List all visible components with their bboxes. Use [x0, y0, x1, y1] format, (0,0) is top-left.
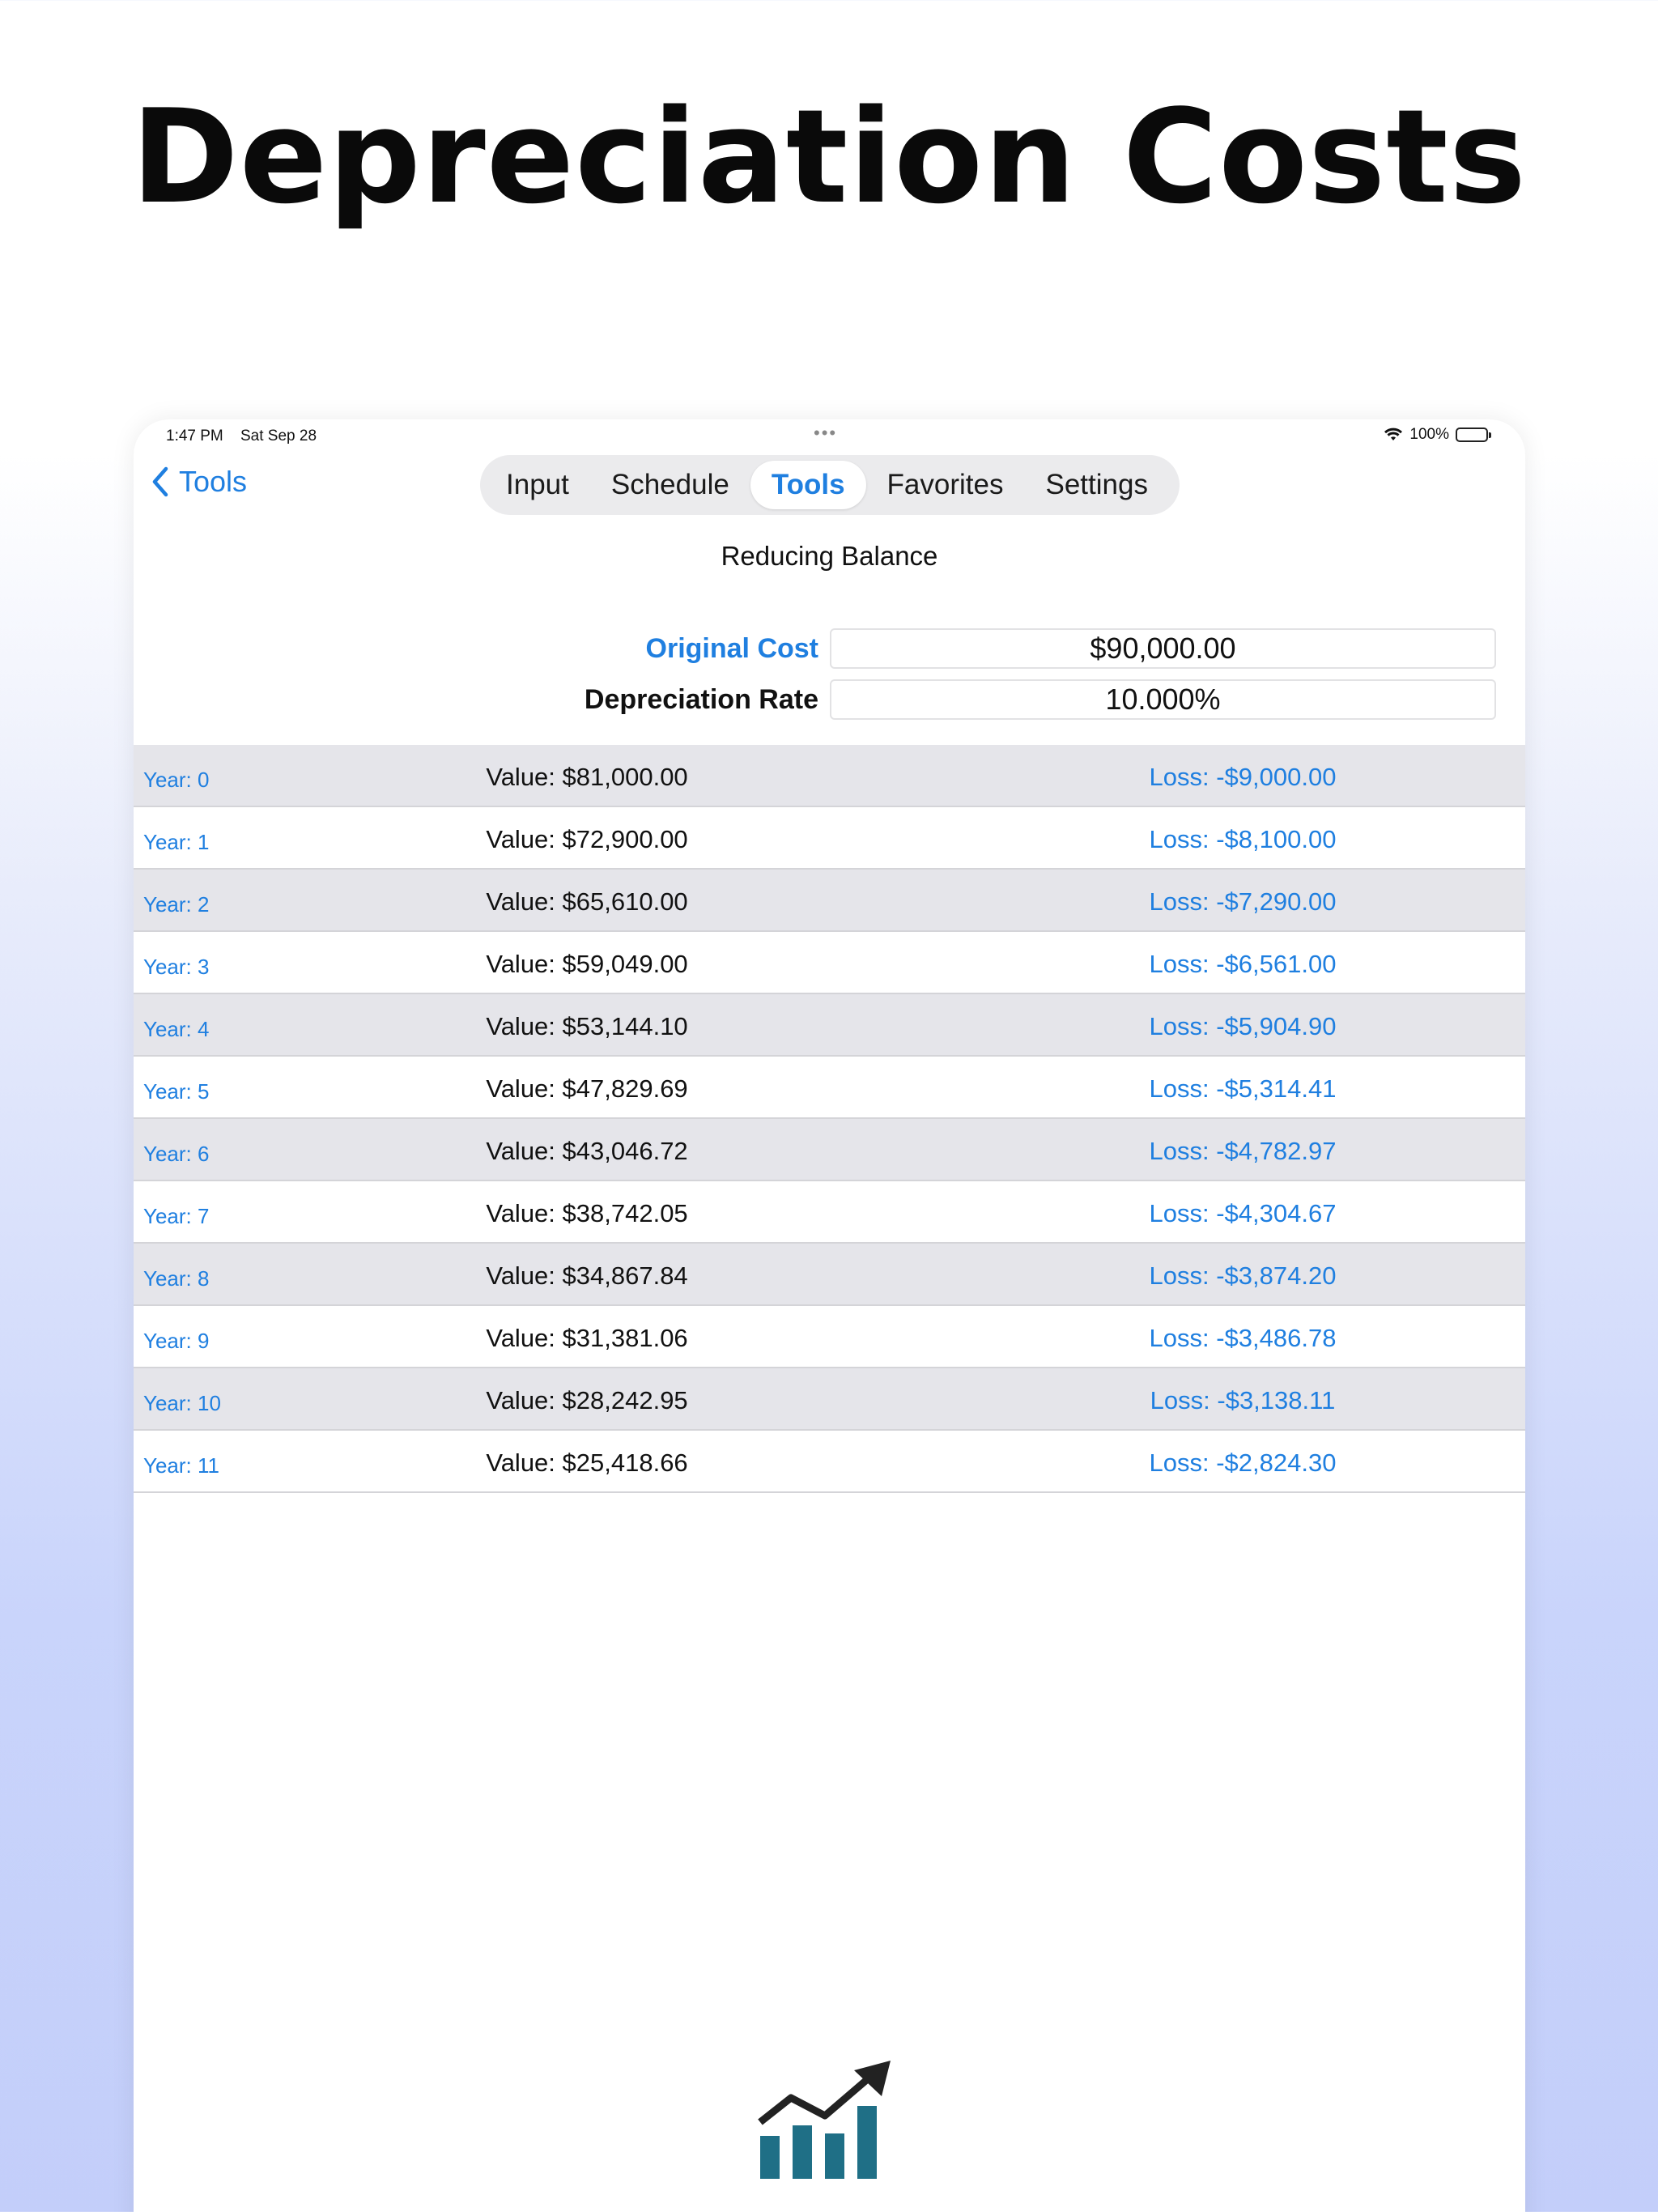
depreciation-rate-row: Depreciation Rate 10.000%	[134, 679, 1496, 720]
back-button-label: Tools	[179, 465, 248, 498]
table-row[interactable]: Year: 2 Value: $65,610.00 Loss: -$7,290.00	[134, 870, 1525, 932]
logo-arrow-head	[854, 2061, 891, 2096]
schedule-table: Year: 0 Value: $81,000.00 Loss: -$9,000.00…	[134, 745, 1525, 1493]
loss-cell: Loss: -$2,824.30	[1149, 1448, 1337, 1477]
logo-bar-4	[857, 2106, 877, 2179]
status-time: 1:47 PM	[166, 428, 223, 445]
loss-cell: Loss: -$3,486.78	[1149, 1324, 1337, 1352]
loss-cell: Loss: -$5,314.41	[1149, 1074, 1337, 1103]
status-bar: 1:47 PM Sat Sep 28 ••• 100%	[134, 419, 1525, 452]
year-cell: Year: 3	[143, 955, 210, 979]
year-cell: Year: 5	[143, 1079, 210, 1104]
year-cell: Year: 7	[143, 1204, 210, 1228]
table-row[interactable]: Year: 9 Value: $31,381.06 Loss: -$3,486.78	[134, 1306, 1525, 1368]
loss-cell: Loss: -$6,561.00	[1149, 950, 1337, 978]
table-row[interactable]: Year: 8 Value: $34,867.84 Loss: -$3,874.20	[134, 1244, 1525, 1306]
year-cell: Year: 8	[143, 1266, 210, 1291]
value-cell: Value: $81,000.00	[486, 763, 688, 791]
multitasking-dots-icon[interactable]: •••	[814, 423, 837, 444]
logo-trend-line	[758, 2074, 873, 2125]
loss-cell: Loss: -$9,000.00	[1149, 763, 1337, 791]
depreciation-rate-field[interactable]: 10.000%	[830, 679, 1496, 720]
logo-bar-2	[793, 2125, 812, 2179]
loss-cell: Loss: -$5,904.90	[1149, 1012, 1337, 1040]
value-cell: Value: $72,900.00	[486, 825, 688, 853]
status-right-group: 100%	[1384, 426, 1491, 444]
year-cell: Year: 10	[143, 1391, 221, 1415]
growth-chart-icon	[758, 2061, 891, 2179]
table-row[interactable]: Year: 10 Value: $28,242.95 Loss: -$3,138.1…	[134, 1368, 1525, 1431]
value-cell: Value: $31,381.06	[486, 1324, 688, 1352]
ipad-screen: 1:47 PM Sat Sep 28 ••• 100% Tools Input S…	[134, 419, 1525, 2212]
table-row[interactable]: Year: 4 Value: $53,144.10 Loss: -$5,904.90	[134, 994, 1525, 1057]
wifi-icon	[1384, 428, 1403, 440]
loss-cell: Loss: -$4,782.97	[1149, 1137, 1337, 1165]
loss-cell: Loss: -$8,100.00	[1149, 825, 1337, 853]
logo-bar-1	[760, 2136, 780, 2179]
original-cost-row: Original Cost $90,000.00	[134, 628, 1496, 669]
year-cell: Year: 11	[143, 1453, 219, 1478]
tab-favorites[interactable]: Favorites	[866, 461, 1025, 509]
loss-cell: Loss: -$3,138.11	[1150, 1386, 1336, 1414]
year-cell: Year: 1	[143, 830, 210, 854]
value-cell: Value: $28,242.95	[486, 1386, 688, 1414]
loss-cell: Loss: -$7,290.00	[1149, 887, 1337, 916]
page-headline: Depreciation Costs	[130, 81, 1528, 232]
year-cell: Year: 2	[143, 892, 210, 917]
loss-cell: Loss: -$3,874.20	[1149, 1261, 1337, 1290]
loss-cell: Loss: -$4,304.67	[1149, 1199, 1337, 1227]
value-cell: Value: $43,046.72	[486, 1137, 688, 1165]
year-cell: Year: 4	[143, 1017, 210, 1041]
tab-tools[interactable]: Tools	[750, 461, 866, 509]
battery-icon	[1456, 428, 1491, 442]
tab-input[interactable]: Input	[485, 461, 590, 509]
tab-settings[interactable]: Settings	[1024, 461, 1168, 509]
logo-bar-3	[825, 2133, 844, 2179]
original-cost-label[interactable]: Original Cost	[134, 633, 830, 665]
status-date: Sat Sep 28	[240, 428, 317, 445]
battery-percent: 100%	[1409, 426, 1449, 443]
value-cell: Value: $65,610.00	[486, 887, 688, 916]
section-title: Reducing Balance	[721, 541, 938, 571]
year-cell: Year: 9	[143, 1329, 210, 1353]
table-row[interactable]: Year: 6 Value: $43,046.72 Loss: -$4,782.97	[134, 1119, 1525, 1181]
value-cell: Value: $25,418.66	[486, 1448, 688, 1477]
value-cell: Value: $47,829.69	[486, 1074, 688, 1103]
year-cell: Year: 0	[143, 768, 210, 792]
table-row[interactable]: Year: 1 Value: $72,900.00 Loss: -$8,100.00	[134, 807, 1525, 870]
table-row[interactable]: Year: 5 Value: $47,829.69 Loss: -$5,314.41	[134, 1057, 1525, 1119]
table-row[interactable]: Year: 0 Value: $81,000.00 Loss: -$9,000.00	[134, 745, 1525, 807]
table-row[interactable]: Year: 7 Value: $38,742.05 Loss: -$4,304.67	[134, 1181, 1525, 1244]
original-cost-field[interactable]: $90,000.00	[830, 628, 1496, 669]
table-row[interactable]: Year: 11 Value: $25,418.66 Loss: -$2,824.3…	[134, 1431, 1525, 1493]
table-row[interactable]: Year: 3 Value: $59,049.00 Loss: -$6,561.00	[134, 932, 1525, 994]
value-cell: Value: $53,144.10	[486, 1012, 688, 1040]
depreciation-rate-label: Depreciation Rate	[584, 683, 818, 715]
value-cell: Value: $38,742.05	[486, 1199, 688, 1227]
year-cell: Year: 6	[143, 1142, 210, 1166]
value-cell: Value: $59,049.00	[486, 950, 688, 978]
tab-segmented-control: Input Schedule Tools Favorites Settings	[480, 455, 1180, 515]
value-cell: Value: $34,867.84	[486, 1261, 688, 1290]
tab-schedule[interactable]: Schedule	[590, 461, 750, 509]
chevron-left-icon	[152, 466, 168, 497]
back-button[interactable]: Tools	[150, 465, 247, 499]
